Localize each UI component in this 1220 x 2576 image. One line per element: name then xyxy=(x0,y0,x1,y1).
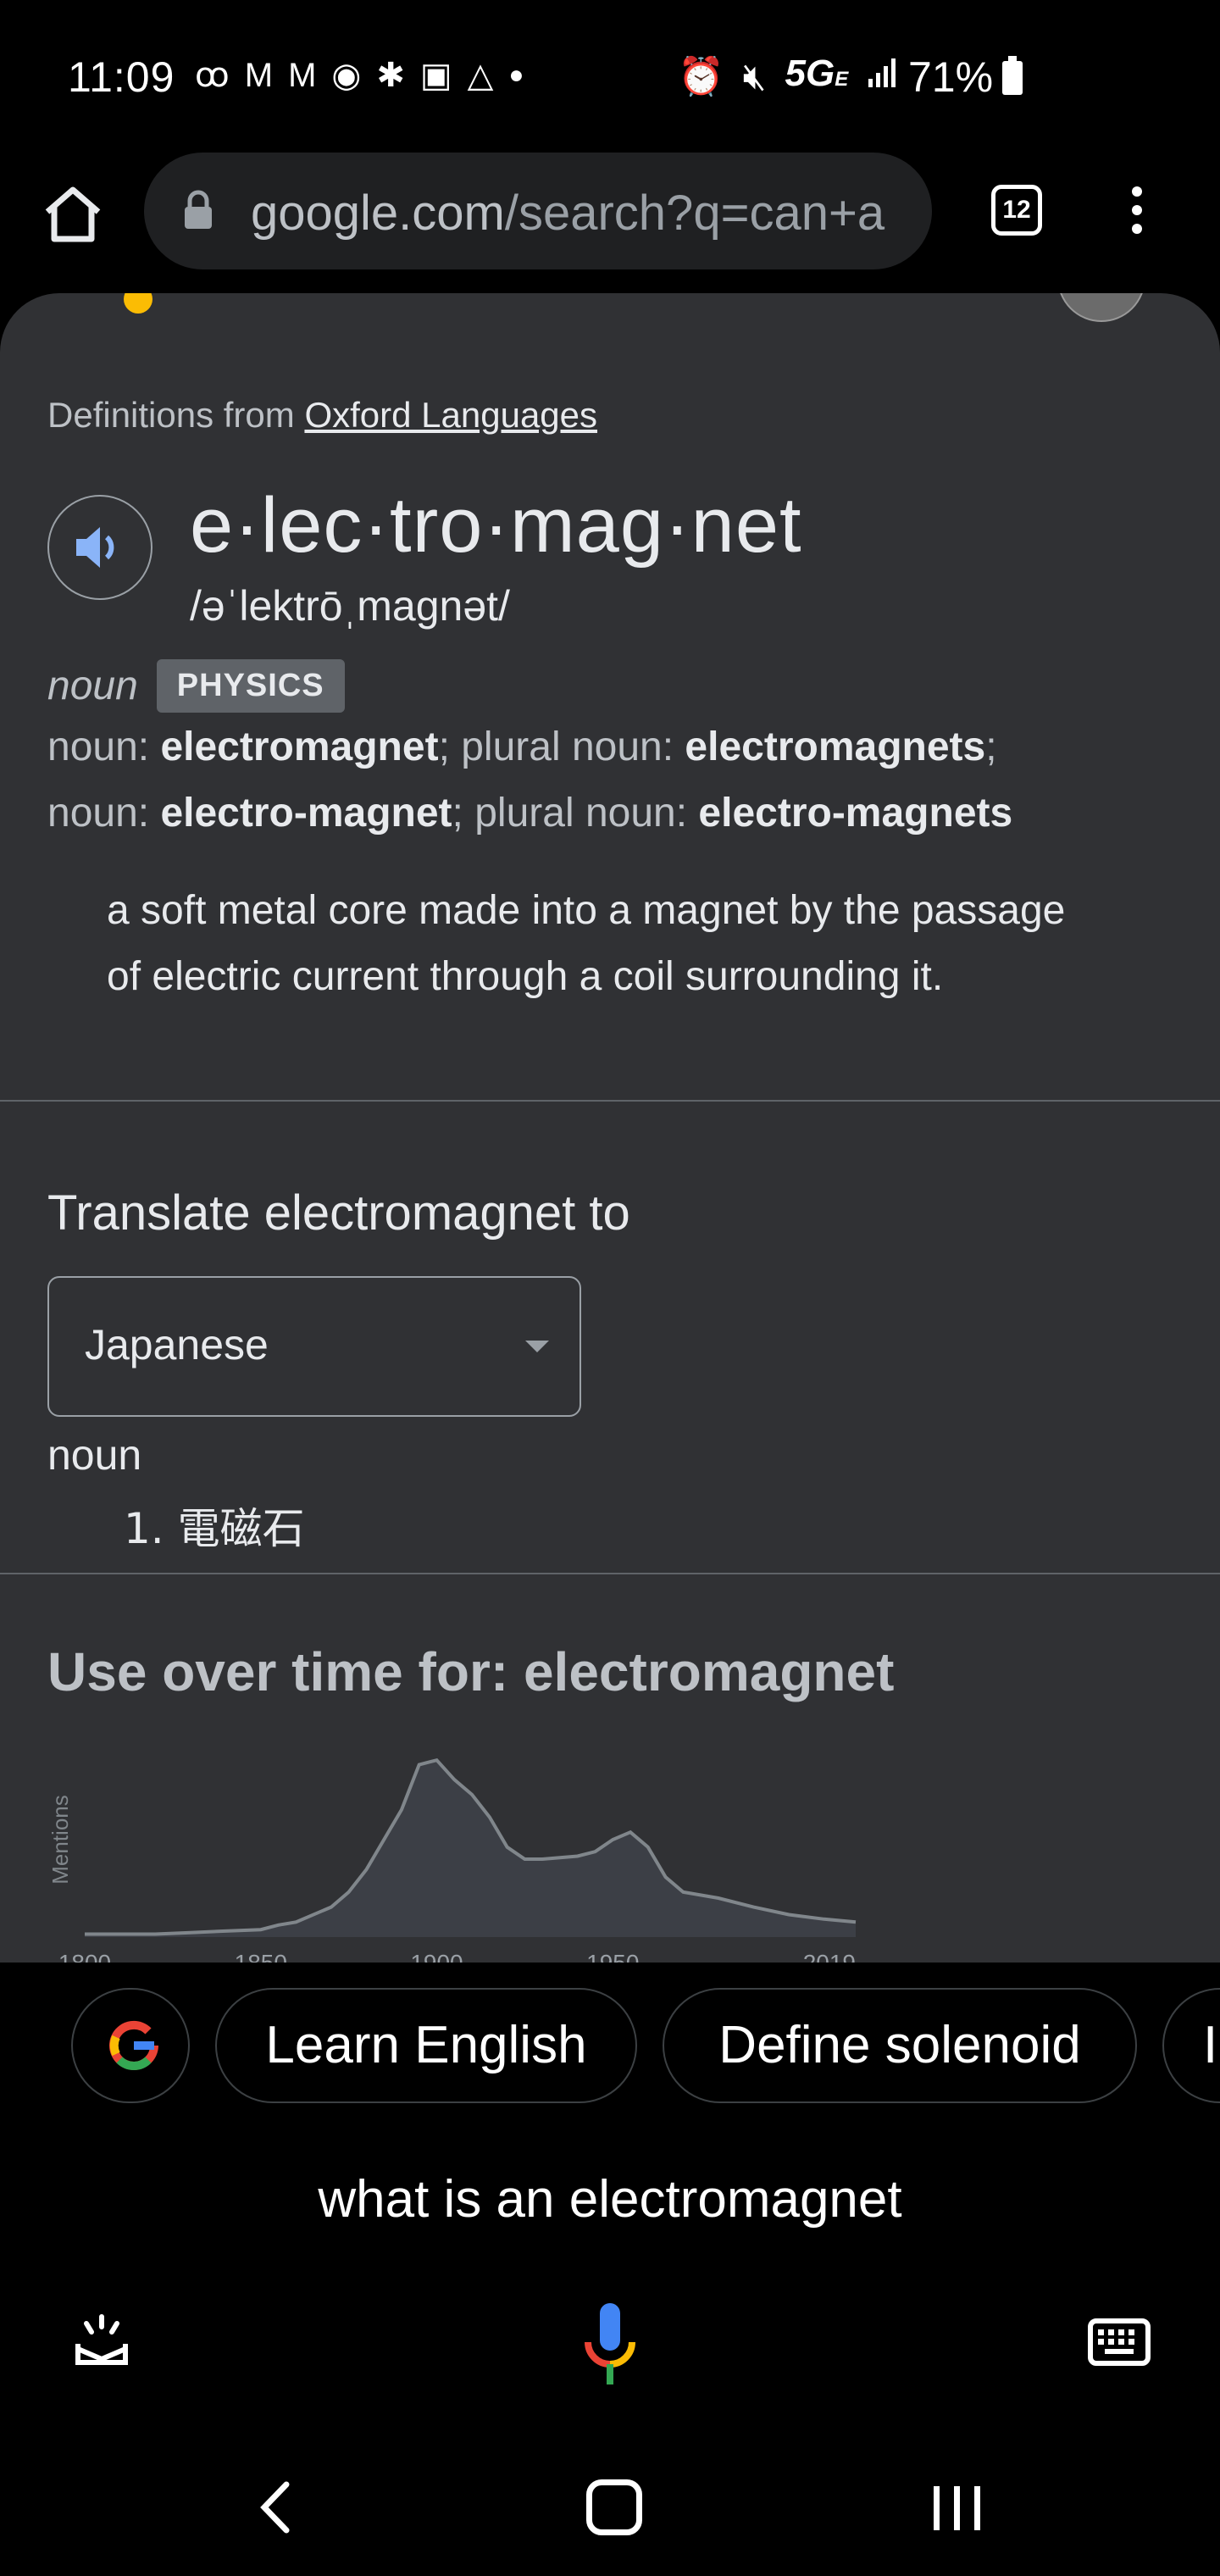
y-axis-label: Mentions xyxy=(47,1795,73,1885)
url-text: google.com/search?q=can+a xyxy=(251,186,885,241)
image-icon: ▣ xyxy=(419,57,452,94)
divider xyxy=(0,1100,1220,1102)
part-of-speech-line: noun PHYSICS xyxy=(47,659,345,713)
usage-area xyxy=(85,1760,856,1937)
keyboard-icon[interactable] xyxy=(1088,2318,1151,2366)
part-of-speech: noun xyxy=(47,663,138,708)
dropdown-arrow-icon xyxy=(525,1341,549,1352)
browser-toolbar: google.com/search?q=can+a 12 xyxy=(0,153,1220,293)
lens-snapshot-icon[interactable] xyxy=(71,2310,132,2371)
suggestion-chips: Learn English Define solenoid I xyxy=(71,1988,1220,2107)
system-icons: ⏰ 🔇︎ 5GE xyxy=(678,53,901,101)
bug-icon: ✱ xyxy=(376,57,405,94)
suggestion-chip[interactable]: Learn English xyxy=(215,1988,637,2103)
indicator-dot xyxy=(124,293,152,314)
suggestion-chip[interactable]: Define solenoid xyxy=(663,1988,1137,2103)
usage-over-time-chart: Mentions18001850190019502019 xyxy=(47,1757,857,1976)
recent-apps-icon[interactable] xyxy=(932,2483,983,2534)
language-dropdown[interactable]: Japanese xyxy=(47,1276,581,1417)
home-button[interactable] xyxy=(39,180,107,247)
divider xyxy=(0,1573,1220,1574)
word-forms-line: noun: electromagnet; plural noun: electr… xyxy=(47,724,997,769)
status-bar: 11:09 ꝏ M M ◉ ✱ ▣ △ ● ⏰ 🔇︎ 5GE 71% xyxy=(0,0,1220,153)
battery-percentage: 71% xyxy=(908,53,994,101)
translation-result: 1. 電磁石 xyxy=(124,1504,305,1553)
gmail-icon: M xyxy=(288,57,317,94)
selected-language: Japanese xyxy=(85,1321,269,1368)
signal-icon xyxy=(867,55,901,98)
address-bar[interactable]: google.com/search?q=can+a xyxy=(144,153,932,269)
search-result-card: Definitions from Oxford Languages e·lec·… xyxy=(0,293,1220,1988)
voice-query-text: what is an electromagnet xyxy=(318,2170,902,2229)
system-navigation-bar xyxy=(0,2440,1220,2576)
mute-icon: 🔇︎ xyxy=(742,55,767,97)
avatar[interactable] xyxy=(1057,293,1145,322)
back-icon[interactable] xyxy=(251,2478,302,2537)
word-forms-line: noun: electro-magnet; plural noun: elect… xyxy=(47,791,1013,836)
pronunciation-button[interactable] xyxy=(47,495,152,600)
speaker-icon xyxy=(76,527,114,568)
battery-icon xyxy=(1002,56,1023,95)
domain-tag: PHYSICS xyxy=(156,659,345,713)
usage-heading: Use over time for: electromagnet xyxy=(47,1641,895,1702)
network-type: 5GE xyxy=(785,53,849,94)
overflow-menu-icon[interactable] xyxy=(1122,180,1152,247)
tab-switcher-button[interactable]: 12 xyxy=(991,185,1042,236)
voicemail-icon: ꝏ xyxy=(195,57,230,94)
google-chip[interactable] xyxy=(71,1988,190,2103)
home-icon xyxy=(45,186,101,242)
translate-heading: Translate electromagnet to xyxy=(47,1185,630,1241)
translation-part-of-speech: noun xyxy=(47,1431,142,1479)
google-g-icon xyxy=(109,2020,158,2071)
notification-icons: ꝏ M M ◉ ✱ ▣ △ ● xyxy=(195,54,524,97)
definition-source: Definitions from Oxford Languages xyxy=(47,395,598,435)
assistant-panel: Learn English Define solenoid I what is … xyxy=(0,1963,1220,2440)
definition-text: a soft metal core made into a magnet by … xyxy=(107,888,1066,999)
lock-icon xyxy=(185,190,212,229)
drive-icon: △ xyxy=(467,57,494,94)
headword: e·lec·tro·mag·net xyxy=(190,482,802,569)
gmail-icon: M xyxy=(244,57,274,94)
equalizer-icon: ◉ xyxy=(331,57,362,94)
more-notifications-dot-icon: ● xyxy=(508,61,524,89)
status-time: 11:09 xyxy=(68,53,175,101)
home-nav-button[interactable] xyxy=(586,2479,642,2535)
microphone-icon[interactable] xyxy=(580,2301,640,2386)
suggestion-chip[interactable]: I xyxy=(1162,1988,1220,2103)
phonetic-spelling: /əˈlektrōˌmagnət/ xyxy=(190,582,510,630)
oxford-languages-link[interactable]: Oxford Languages xyxy=(304,395,597,435)
alarm-icon: ⏰ xyxy=(678,55,724,97)
